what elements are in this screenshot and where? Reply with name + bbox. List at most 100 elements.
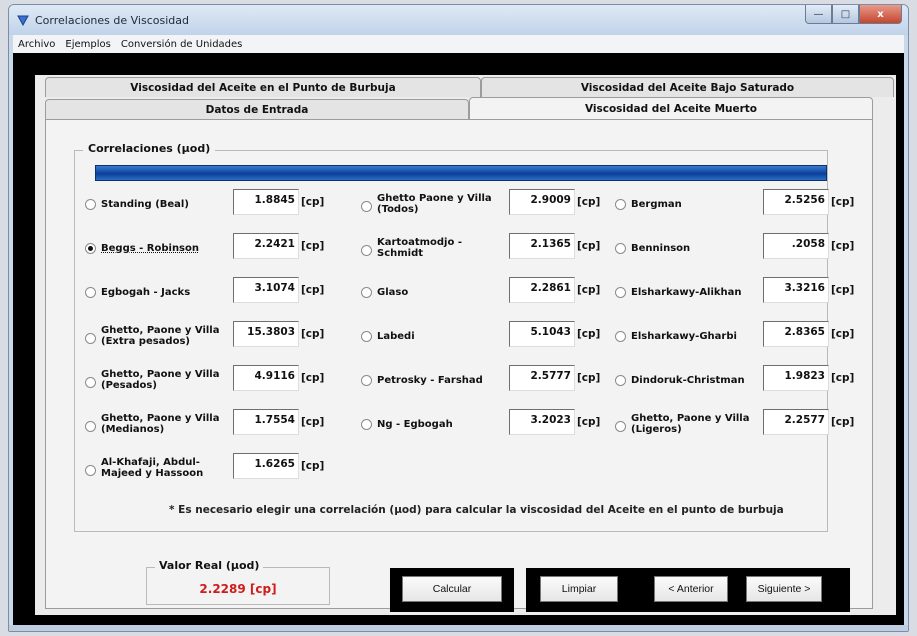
correlations-group: Correlaciones (µod) Standing (Beal) 1.884…: [74, 142, 854, 532]
tab-aceite-muerto[interactable]: Viscosidad del Aceite Muerto: [469, 97, 873, 120]
tab-panel: Correlaciones (µod) Standing (Beal) 1.884…: [45, 119, 873, 612]
real-value: 2.2289 [cp]: [199, 582, 277, 596]
unit-label: [cp]: [831, 416, 855, 428]
unit-label: [cp]: [577, 240, 601, 252]
correlation-option[interactable]: Ghetto, Paone y Villa (Pesados) 4.9116 [cp…: [85, 365, 331, 405]
correlation-label: Beggs - Robinson: [101, 243, 200, 254]
correlation-radio[interactable]: [615, 199, 626, 210]
correlation-radio[interactable]: [85, 287, 96, 298]
correlation-label: Petrosky - Farshad: [377, 375, 483, 386]
correlation-option[interactable]: Ghetto, Paone y Villa (Extra pesados) 15.…: [85, 321, 331, 361]
window-title: Correlaciones de Viscosidad: [35, 14, 189, 27]
correlation-radio[interactable]: [85, 333, 96, 344]
note-text: * Es necesario elegir una correlación (µ…: [169, 504, 784, 516]
correlation-radio[interactable]: [615, 287, 626, 298]
calc-frame: Calcular: [390, 568, 514, 612]
correlation-radio[interactable]: [361, 419, 372, 430]
correlation-radio[interactable]: [361, 201, 372, 212]
progress-bar: [95, 165, 827, 181]
correlation-option[interactable]: Ng - Egbogah 3.2023 [cp]: [361, 409, 607, 449]
correlation-value: 3.3216: [763, 277, 829, 303]
real-value-label: Valor Real (µod): [155, 559, 264, 572]
unit-label: [cp]: [577, 416, 601, 428]
correlation-label: Elsharkawy-Gharbi: [631, 331, 737, 342]
correlation-label: Bergman: [631, 199, 682, 210]
correlation-option[interactable]: Benninson .2058 [cp]: [615, 233, 861, 273]
correlation-radio[interactable]: [361, 245, 372, 256]
correlation-label: Ghetto Paone y Villa (Todos): [377, 193, 492, 215]
unit-label: [cp]: [577, 284, 601, 296]
siguiente-button[interactable]: Siguiente >: [746, 576, 822, 602]
tab-bajo-saturado[interactable]: Viscosidad del Aceite Bajo Saturado: [481, 77, 894, 97]
correlation-value: 5.1043: [509, 321, 575, 347]
close-button[interactable]: x: [859, 5, 902, 24]
correlation-label: Ng - Egbogah: [377, 419, 453, 430]
minimize-button[interactable]: —: [805, 5, 832, 24]
tab-control: Viscosidad del Aceite en el Punto de Bur…: [35, 75, 896, 615]
correlation-option[interactable]: Egbogah - Jacks 3.1074 [cp]: [85, 277, 331, 317]
correlation-option[interactable]: Elsharkawy-Alikhan 3.3216 [cp]: [615, 277, 861, 317]
correlation-option[interactable]: Standing (Beal) 1.8845 [cp]: [85, 189, 331, 229]
menu-ejemplos[interactable]: Ejemplos: [60, 39, 115, 50]
correlation-radio[interactable]: [361, 331, 372, 342]
correlation-radio[interactable]: [85, 465, 96, 476]
unit-label: [cp]: [301, 460, 325, 472]
correlation-value: 1.6265: [233, 453, 299, 479]
correlation-label: Egbogah - Jacks: [101, 287, 191, 298]
calcular-button[interactable]: Calcular: [402, 576, 502, 602]
correlation-option[interactable]: Ghetto, Paone y Villa (Ligeros) 2.2577 [cp…: [615, 409, 861, 449]
correlation-label: Ghetto, Paone y Villa (Medianos): [101, 413, 220, 435]
correlation-label: Elsharkawy-Alikhan: [631, 287, 742, 298]
correlation-value: .2058: [763, 233, 829, 259]
correlation-option[interactable]: Beggs - Robinson 2.2421 [cp]: [85, 233, 331, 273]
correlation-radio[interactable]: [85, 377, 96, 388]
anterior-button[interactable]: < Anterior: [654, 576, 728, 602]
correlation-radio[interactable]: [615, 243, 626, 254]
app-window: Correlaciones de Viscosidad — □ x Archiv…: [8, 4, 909, 632]
unit-label: [cp]: [831, 328, 855, 340]
correlation-label: Dindoruk-Christman: [631, 375, 745, 386]
group-label: Correlaciones (µod): [83, 142, 216, 155]
app-icon: [17, 15, 29, 26]
correlation-value: 15.3803: [233, 321, 299, 347]
unit-label: [cp]: [831, 196, 855, 208]
correlation-value: 3.2023: [509, 409, 575, 435]
correlation-label: Labedi: [377, 331, 415, 342]
tab-punto-burbuja[interactable]: Viscosidad del Aceite en el Punto de Bur…: [45, 77, 481, 97]
correlation-option[interactable]: Glaso 2.2861 [cp]: [361, 277, 607, 317]
correlation-option[interactable]: Labedi 5.1043 [cp]: [361, 321, 607, 361]
tab-datos-entrada[interactable]: Datos de Entrada: [45, 99, 469, 119]
status-strip: [9, 625, 908, 631]
correlation-option[interactable]: Dindoruk-Christman 1.9823 [cp]: [615, 365, 861, 405]
menu-conversion-unidades[interactable]: Conversión de Unidades: [116, 39, 248, 50]
correlation-label: Al-Khafaji, Abdul-Majeed y Hassoon: [101, 457, 204, 479]
correlation-option[interactable]: Bergman 2.5256 [cp]: [615, 189, 861, 229]
correlation-option[interactable]: Ghetto Paone y Villa (Todos) 2.9009 [cp]: [361, 189, 607, 229]
correlation-label: Ghetto, Paone y Villa (Extra pesados): [101, 325, 220, 347]
title-bar[interactable]: Correlaciones de Viscosidad — □ x: [9, 5, 908, 35]
correlation-option[interactable]: Al-Khafaji, Abdul-Majeed y Hassoon 1.6265…: [85, 453, 331, 493]
correlation-option[interactable]: Ghetto, Paone y Villa (Medianos) 1.7554 [c…: [85, 409, 331, 449]
correlation-radio[interactable]: [85, 243, 96, 254]
limpiar-button[interactable]: Limpiar: [540, 576, 618, 602]
correlation-radio[interactable]: [361, 287, 372, 298]
client-area: Viscosidad del Aceite en el Punto de Bur…: [13, 53, 904, 625]
correlation-value: 3.1074: [233, 277, 299, 303]
correlation-value: 2.5256: [763, 189, 829, 215]
correlation-option[interactable]: Petrosky - Farshad 2.5777 [cp]: [361, 365, 607, 405]
correlation-radio[interactable]: [85, 199, 96, 210]
correlation-radio[interactable]: [85, 421, 96, 432]
menu-archivo[interactable]: Archivo: [13, 39, 60, 50]
correlation-option[interactable]: Elsharkawy-Gharbi 2.8365 [cp]: [615, 321, 861, 361]
correlation-value: 2.8365: [763, 321, 829, 347]
correlation-radio[interactable]: [615, 375, 626, 386]
maximize-button[interactable]: □: [832, 5, 859, 24]
correlation-radio[interactable]: [615, 331, 626, 342]
correlation-radio[interactable]: [615, 421, 626, 432]
correlation-option[interactable]: Kartoatmodjo - Schmidt 2.1365 [cp]: [361, 233, 607, 273]
correlation-radio[interactable]: [361, 375, 372, 386]
unit-label: [cp]: [577, 328, 601, 340]
unit-label: [cp]: [301, 416, 325, 428]
correlation-label: Benninson: [631, 243, 691, 254]
correlation-value: 2.5777: [509, 365, 575, 391]
